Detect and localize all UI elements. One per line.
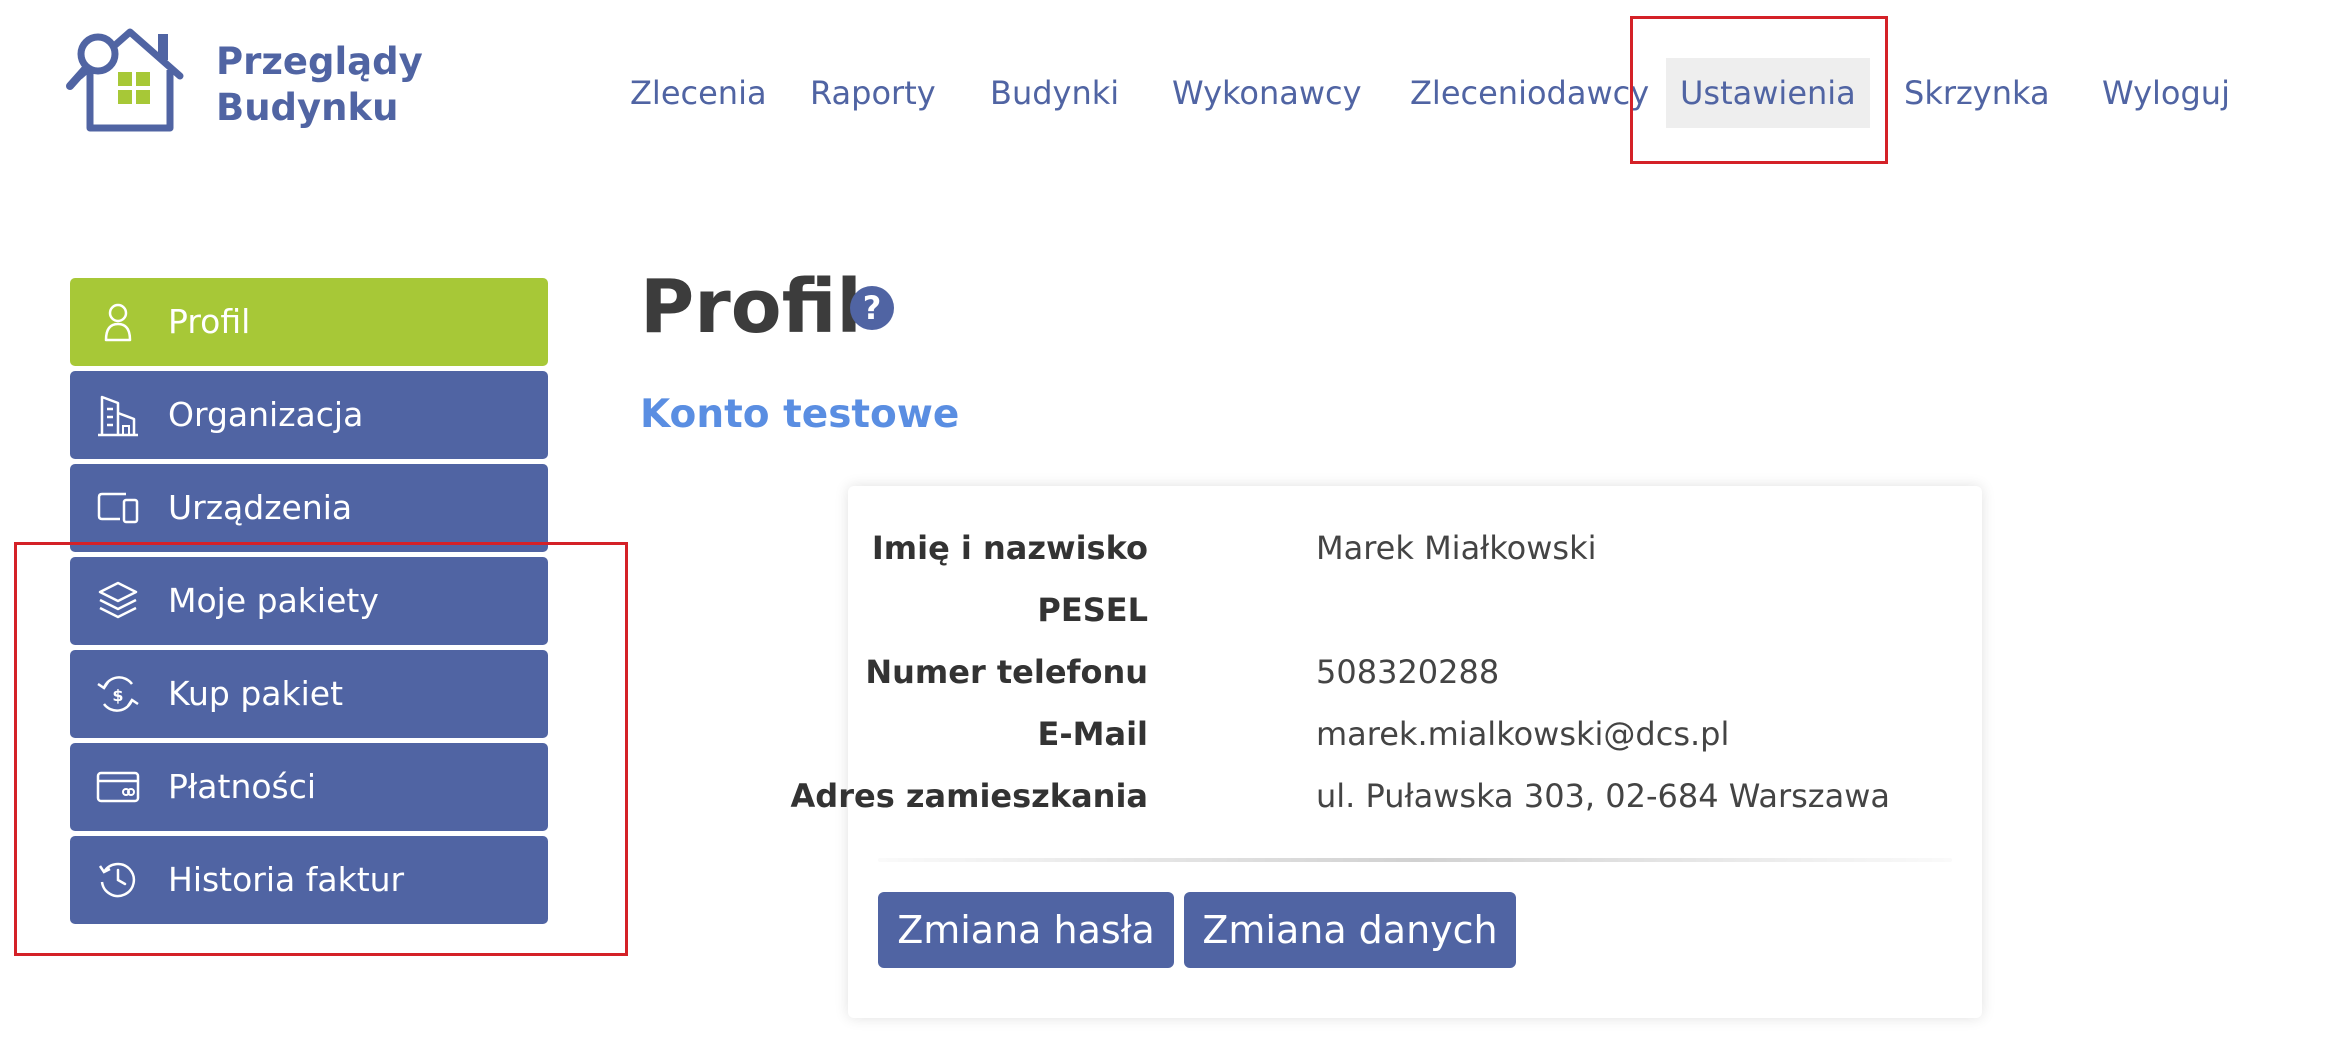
building-icon — [98, 395, 138, 437]
history-icon — [98, 862, 136, 898]
field-label: Imię i nazwisko — [871, 529, 1148, 567]
sidebar-item-kup-pakiet[interactable]: $ Kup pakiet — [70, 650, 548, 738]
field-address: Adres zamieszkania ul. Puławska 303, 02-… — [791, 772, 1982, 820]
change-data-button[interactable]: Zmiana danych — [1184, 892, 1516, 968]
sidebar-item-urzadzenia[interactable]: Urządzenia — [70, 464, 548, 552]
field-value: ul. Puławska 303, 02-684 Warszawa — [1316, 777, 1890, 815]
nav-raporty[interactable]: Raporty — [796, 58, 950, 128]
profile-card: Imię i nazwisko Marek Miałkowski PESEL N… — [791, 486, 1982, 1018]
user-icon — [104, 303, 132, 342]
sidebar-item-historia-faktur[interactable]: Historia faktur — [70, 836, 548, 924]
nav-budynki[interactable]: Budynki — [976, 58, 1133, 128]
field-label: Adres zamieszkania — [790, 777, 1148, 815]
credit-card-icon — [96, 771, 140, 803]
sidebar-item-label: Historia faktur — [168, 860, 405, 899]
sidebar-item-moje-pakiety[interactable]: Moje pakiety — [70, 557, 548, 645]
field-phone: Numer telefonu 508320288 — [848, 648, 1982, 696]
nav-zleceniodawcy[interactable]: Zleceniodawcy — [1396, 58, 1663, 128]
nav-skrzynka[interactable]: Skrzynka — [1890, 58, 2064, 128]
field-value: marek.mialkowski@dcs.pl — [1316, 715, 1730, 753]
field-label: PESEL — [1037, 591, 1148, 629]
sidebar-item-organizacja[interactable]: Organizacja — [70, 371, 548, 459]
sidebar-item-profil[interactable]: Profil — [70, 278, 548, 366]
field-email: E-Mail marek.mialkowski@dcs.pl — [848, 710, 1982, 758]
devices-icon — [97, 492, 139, 524]
nav-zlecenia[interactable]: Zlecenia — [616, 58, 781, 128]
nav-ustawienia[interactable]: Ustawienia — [1666, 58, 1870, 128]
field-label: Numer telefonu — [865, 653, 1148, 691]
svg-text:$: $ — [112, 686, 123, 705]
exchange-dollar-icon: $ — [97, 676, 139, 712]
nav-wyloguj[interactable]: Wyloguj — [2088, 58, 2244, 128]
layers-icon — [98, 581, 138, 619]
nav-wykonawcy[interactable]: Wykonawcy — [1158, 58, 1376, 128]
sidebar-item-label: Kup pakiet — [168, 674, 344, 713]
sidebar-item-label: Płatności — [168, 767, 317, 806]
page-title: Profil — [640, 264, 862, 350]
account-name: Konto testowe — [640, 392, 960, 437]
change-password-button[interactable]: Zmiana hasła — [878, 892, 1174, 968]
sidebar-item-label: Organizacja — [168, 395, 364, 434]
divider — [878, 858, 1952, 862]
field-label: E-Mail — [1037, 715, 1148, 753]
sidebar-item-label: Urządzenia — [168, 488, 353, 527]
field-full-name: Imię i nazwisko Marek Miałkowski — [848, 524, 1982, 572]
top-nav: Zlecenia Raporty Budynki Wykonawcy Zlece… — [0, 0, 2330, 180]
field-value: 508320288 — [1316, 653, 1500, 691]
help-icon[interactable]: ? — [850, 286, 894, 330]
sidebar-item-label: Profil — [168, 302, 251, 341]
sidebar-item-platnosci[interactable]: Płatności — [70, 743, 548, 831]
field-value: Marek Miałkowski — [1316, 529, 1597, 567]
field-pesel: PESEL — [848, 586, 1982, 634]
sidebar-item-label: Moje pakiety — [168, 581, 379, 620]
